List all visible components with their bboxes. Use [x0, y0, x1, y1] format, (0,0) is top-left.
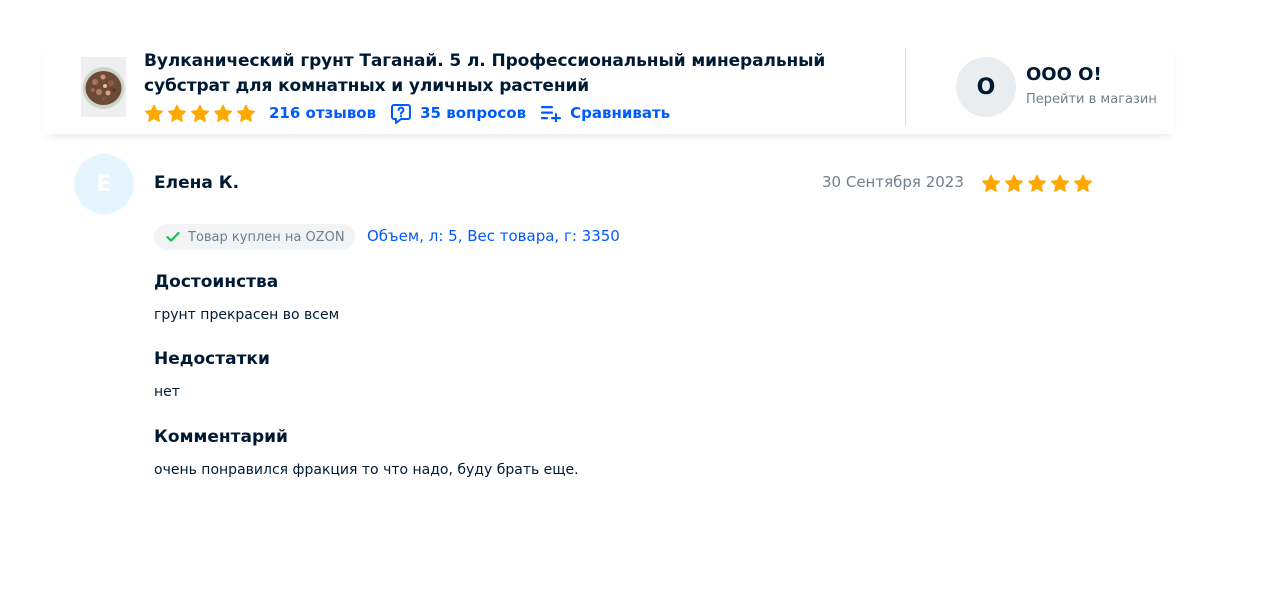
- pros-title: Достоинства: [154, 272, 279, 292]
- questions-label: 35 вопросов: [420, 104, 527, 122]
- product-meta-row: 216 отзывов 35 вопросов Сравнивать: [144, 101, 670, 125]
- reviews-count-link[interactable]: 216 отзывов: [269, 104, 376, 122]
- product-rating-stars[interactable]: [144, 104, 259, 123]
- reviewer-avatar: Е: [74, 154, 134, 214]
- star-icon: [1073, 174, 1093, 192]
- product-title[interactable]: Вулканический грунт Таганай. 5 л. Профес…: [144, 49, 894, 99]
- cons-text: нет: [154, 384, 180, 400]
- product-thumbnail[interactable]: [81, 57, 126, 117]
- go-to-shop-link[interactable]: Перейти в магазин: [1026, 92, 1157, 107]
- shop-avatar[interactable]: О: [956, 57, 1016, 117]
- review-rating-stars: [981, 174, 1096, 193]
- checkmark-icon: [166, 231, 180, 243]
- star-icon: [213, 104, 233, 122]
- star-icon: [167, 104, 187, 122]
- compare-label: Сравнивать: [570, 104, 671, 122]
- header-divider: [905, 48, 906, 126]
- questions-link[interactable]: 35 вопросов: [390, 102, 526, 124]
- shop-name[interactable]: ООО О!: [1026, 64, 1102, 85]
- compare-list-icon: [540, 104, 562, 122]
- star-icon: [144, 104, 164, 122]
- reviewer-name: Елена К.: [154, 173, 240, 193]
- comment-title: Комментарий: [154, 427, 288, 447]
- star-icon: [981, 174, 1001, 192]
- product-header: Вулканический грунт Таганай. 5 л. Профес…: [44, 40, 1174, 134]
- purchased-badge-label: Товар куплен на OZON: [188, 229, 345, 245]
- star-icon: [1050, 174, 1070, 192]
- cons-title: Недостатки: [154, 349, 270, 369]
- pros-text: грунт прекрасен во всем: [154, 307, 340, 323]
- compare-link[interactable]: Сравнивать: [540, 104, 670, 122]
- star-icon: [236, 104, 256, 122]
- star-icon: [1027, 174, 1047, 192]
- star-icon: [190, 104, 210, 122]
- product-variant-link[interactable]: Объем, л: 5, Вес товара, г: 3350: [367, 227, 620, 245]
- question-bubble-icon: [390, 102, 412, 124]
- comment-text: очень понравился фракция то что надо, бу…: [154, 462, 579, 478]
- review-date: 30 Сентября 2023: [822, 173, 964, 191]
- star-icon: [1004, 174, 1024, 192]
- purchased-on-ozon-badge: Товар куплен на OZON: [154, 224, 355, 250]
